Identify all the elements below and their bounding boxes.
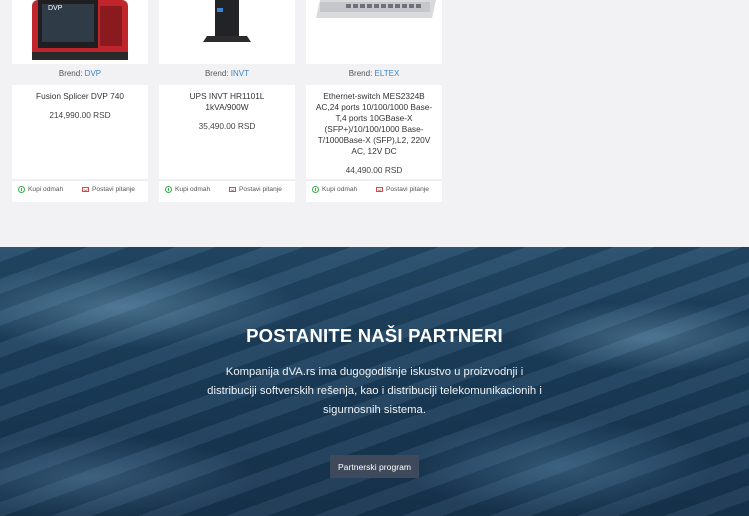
product-body: Fusion Splicer DVP 740 214,990.00 RSD	[12, 85, 148, 179]
partners-banner: POSTANITE NAŠI PARTNERI Kompanija dVA.rs…	[0, 247, 749, 516]
product-actions: Kupi odmah Postavi pitanje	[306, 180, 442, 202]
product-title[interactable]: UPS INVT HR1101L 1kVA/900W	[167, 91, 287, 113]
product-price: 214,990.00 RSD	[49, 110, 111, 120]
ask-question-button[interactable]: Postavi pitanje	[376, 186, 429, 193]
brand-link[interactable]: ELTEX	[375, 69, 400, 78]
buy-now-label: Kupi odmah	[322, 186, 358, 193]
brand-link[interactable]: INVT	[231, 69, 249, 78]
brand-label: Brend:	[348, 69, 373, 78]
product-brand: Brend: INVT	[159, 69, 295, 78]
banner-text: Kompanija dVA.rs ima dugogodišnje iskust…	[207, 366, 542, 416]
product-actions: Kupi odmah Postavi pitanje	[159, 180, 295, 202]
product-brand: Brend: ELTEX	[306, 69, 442, 78]
product-price: 35,490.00 RSD	[198, 121, 256, 131]
brand-link[interactable]: DVP	[85, 69, 101, 78]
product-body: Ethernet-switch MES2324B AC,24 ports 10/…	[306, 85, 442, 179]
brand-label: Brend:	[58, 69, 83, 78]
buy-icon	[18, 186, 25, 193]
product-title[interactable]: Ethernet-switch MES2324B AC,24 ports 10/…	[314, 91, 434, 157]
mail-icon	[82, 187, 89, 192]
mail-icon	[376, 187, 383, 192]
svg-text:DVP: DVP	[48, 5, 63, 12]
ask-question-button[interactable]: Postavi pitanje	[229, 186, 282, 193]
buy-now-label: Kupi odmah	[175, 186, 211, 193]
ups-image[interactable]	[159, 0, 295, 64]
ask-question-label: Postavi pitanje	[239, 186, 282, 193]
partner-program-button[interactable]: Partnerski program	[330, 455, 419, 478]
products-section: DVP Brend: DVP Fusion Splicer DVP 740 21…	[0, 0, 749, 247]
buy-icon	[165, 186, 172, 193]
ask-question-label: Postavi pitanje	[92, 186, 135, 193]
buy-now-button[interactable]: Kupi odmah	[165, 186, 210, 193]
mail-icon	[229, 187, 236, 192]
buy-now-button[interactable]: Kupi odmah	[312, 186, 357, 193]
brand-label: Brend:	[204, 69, 229, 78]
buy-now-label: Kupi odmah	[28, 186, 64, 193]
ask-question-label: Postavi pitanje	[386, 186, 429, 193]
ethernet-switch-image[interactable]	[306, 0, 442, 64]
product-title[interactable]: Fusion Splicer DVP 740	[20, 91, 140, 102]
buy-now-button[interactable]: Kupi odmah	[18, 186, 63, 193]
buy-icon	[312, 186, 319, 193]
ask-question-button[interactable]: Postavi pitanje	[82, 186, 135, 193]
banner-title: POSTANITE NAŠI PARTNERI	[246, 325, 503, 346]
product-price: 44,490.00 RSD	[345, 165, 403, 175]
fusion-splicer-image[interactable]: DVP	[12, 0, 148, 64]
product-brand: Brend: DVP	[12, 69, 148, 78]
product-body: UPS INVT HR1101L 1kVA/900W 35,490.00 RSD	[159, 85, 295, 179]
product-actions: Kupi odmah Postavi pitanje	[12, 180, 148, 202]
